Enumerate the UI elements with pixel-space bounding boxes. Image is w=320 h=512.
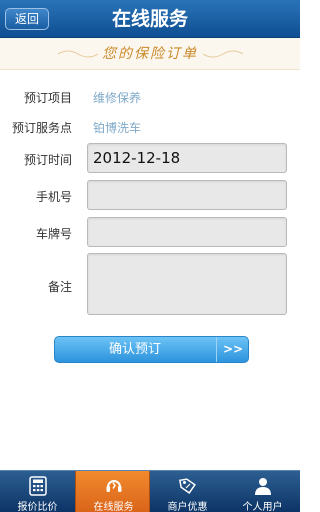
- note-label: 备注: [47, 280, 72, 294]
- subtitle: 您的保险订单: [102, 46, 198, 62]
- time-field[interactable]: 2012-12-18: [87, 143, 287, 173]
- tab-online-service-label: 在线服务: [93, 502, 134, 512]
- price-tag-icon: [150, 476, 225, 496]
- calculator-icon: [0, 476, 75, 496]
- title-bar: 在线服务 返回: [0, 0, 300, 38]
- phone-field[interactable]: [87, 180, 287, 210]
- tab-personal-user-label: 个人用户: [242, 502, 283, 512]
- bottom-tab-bar: 报价比价 在线服务 商户优惠 个人用户: [0, 470, 300, 512]
- tab-online-service[interactable]: 在线服务: [75, 471, 150, 512]
- right-ornament-icon: [203, 50, 243, 58]
- time-label: 预订时间: [23, 153, 72, 167]
- phone-label: 手机号: [35, 190, 72, 204]
- tab-price-compare[interactable]: 报价比价: [0, 471, 75, 512]
- plate-field[interactable]: [87, 217, 287, 247]
- plate-label: 车牌号: [35, 227, 72, 241]
- headset-icon: [76, 476, 151, 496]
- confirm-label: 确认预订: [108, 342, 161, 357]
- subtitle-band: 您的保险订单: [0, 38, 300, 70]
- tab-merchant-deals-label: 商户优惠: [167, 502, 208, 512]
- double-arrow-icon: >>: [216, 337, 249, 362]
- service-point-label: 预订服务点: [11, 121, 72, 135]
- tab-price-compare-label: 报价比价: [17, 502, 58, 512]
- note-field[interactable]: [87, 253, 287, 315]
- confirm-booking-button[interactable]: 确认预订 >>: [54, 336, 249, 363]
- item-value: 维修保养: [93, 91, 142, 105]
- tab-merchant-deals[interactable]: 商户优惠: [150, 471, 225, 512]
- tab-personal-user[interactable]: 个人用户: [225, 471, 300, 512]
- service-point-value: 铂博洗车: [93, 121, 142, 135]
- user-icon: [225, 476, 300, 496]
- back-button[interactable]: 返回: [5, 8, 49, 30]
- item-label: 预订项目: [23, 91, 72, 105]
